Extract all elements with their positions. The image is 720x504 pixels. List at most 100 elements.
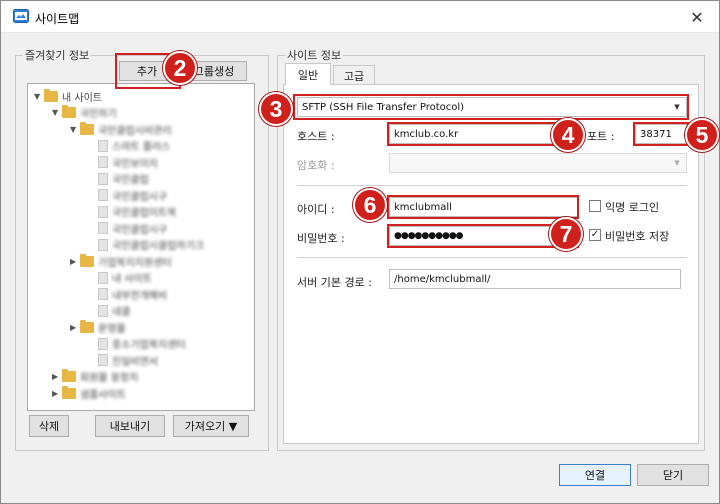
tree-site-item[interactable]: 내 사이트 bbox=[88, 270, 152, 286]
tree-folder-item[interactable]: ▶ 운영몰 bbox=[70, 319, 126, 335]
save-password-checkbox[interactable]: ✓ bbox=[589, 229, 601, 241]
chevron-right-icon[interactable]: ▶ bbox=[70, 257, 80, 266]
site-icon bbox=[98, 139, 108, 152]
port-input[interactable]: 38371 bbox=[635, 124, 687, 144]
site-icon bbox=[98, 337, 108, 350]
site-icon bbox=[98, 205, 108, 218]
tree-item-label: 국민보이지 bbox=[112, 158, 158, 170]
step-badge-5: 5 bbox=[685, 118, 719, 152]
host-value: kmclub.co.kr bbox=[394, 128, 459, 140]
site-icon bbox=[98, 172, 108, 185]
tree-folder-item[interactable]: ▼ 국민클럽시비관리 bbox=[70, 121, 172, 137]
tab-advanced[interactable]: 고급 bbox=[333, 65, 375, 85]
close-button[interactable]: 닫기 bbox=[637, 464, 709, 486]
tree-item-label: 국민하기 bbox=[80, 109, 117, 120]
step-badge-4: 4 bbox=[551, 118, 585, 152]
chevron-right-icon[interactable]: ▶ bbox=[52, 389, 62, 398]
tree-item-label: 국민클럽시구 bbox=[112, 191, 168, 203]
tree-site-item[interactable]: 국민클럽이트북 bbox=[88, 204, 176, 220]
tab-general[interactable]: 일반 bbox=[285, 63, 331, 85]
site-info-group-label: 사이트 정보 bbox=[285, 47, 344, 63]
favorites-group-label: 즐겨찾기 정보 bbox=[23, 47, 92, 63]
folder-icon bbox=[62, 105, 76, 118]
tree-item-label: 국민클럽이트북 bbox=[112, 208, 177, 219]
tree-site-item[interactable]: 국민클럽시구 bbox=[88, 187, 167, 203]
tree-item-label: 국민클럽시구 bbox=[112, 224, 168, 236]
tree-folder-item[interactable]: ▼ 국민하기 bbox=[52, 105, 117, 121]
folder-icon bbox=[80, 253, 94, 267]
site-icon bbox=[98, 189, 108, 201]
tree-site-item[interactable]: 내부전개해비 bbox=[88, 286, 167, 302]
id-label: 아이디 : bbox=[297, 203, 335, 216]
chevron-down-icon[interactable]: ▼ bbox=[34, 92, 44, 101]
dropdown-arrow-icon: ▼ bbox=[674, 159, 680, 167]
tree-site-item[interactable]: 스마트 플러스 bbox=[88, 138, 170, 154]
encoding-select[interactable]: ▼ bbox=[389, 153, 687, 173]
folder-icon bbox=[80, 121, 94, 135]
password-label: 비밀번호 : bbox=[297, 232, 345, 245]
site-icon bbox=[98, 271, 108, 284]
export-button[interactable]: 내보내기 bbox=[95, 415, 165, 437]
tree-site-item[interactable]: 국민클럽시클럽하기크 bbox=[88, 237, 204, 253]
tree-site-item[interactable]: 진일비연서 bbox=[88, 352, 158, 368]
tree-item-label: 국민클럽시클럽하기크 bbox=[112, 241, 204, 252]
tree-item-label: 국민클럽 bbox=[112, 175, 149, 186]
tree-item-label: 중소기업복지센터 bbox=[112, 340, 186, 351]
step-badge-2: 2 bbox=[163, 51, 197, 85]
chevron-right-icon[interactable]: ▶ bbox=[52, 372, 62, 381]
server-path-label: 서버 기본 경로 : bbox=[297, 276, 372, 289]
connect-button[interactable]: 연결 bbox=[559, 464, 631, 486]
site-icon bbox=[98, 288, 108, 300]
encoding-label: 암호화 : bbox=[297, 159, 335, 172]
site-tree[interactable]: ▼ 내 사이트 ▼ 국민하기 ▼ 국민클럽시비관리 스마트 플러스 국민보이지 국민클럽 국민클럽… bbox=[27, 83, 255, 411]
tree-folder-item[interactable]: ▶ 회원몰 몽정치 bbox=[52, 369, 138, 385]
save-password-label: 비밀번호 저장 bbox=[605, 230, 670, 243]
step-badge-6: 6 bbox=[353, 188, 387, 222]
tree-item-label: 기업북지지원센터 bbox=[98, 257, 172, 269]
chevron-down-icon[interactable]: ▼ bbox=[52, 108, 62, 117]
tree-site-item[interactable]: 국민보이지 bbox=[88, 154, 158, 170]
separator bbox=[297, 185, 687, 186]
tree-item-label: 내 사이트 bbox=[112, 274, 152, 285]
tree-folder-item[interactable]: ▶ 샘플사이트 bbox=[52, 385, 126, 401]
port-value: 38371 bbox=[640, 128, 672, 140]
site-icon bbox=[98, 304, 108, 317]
dropdown-arrow-icon: ▼ bbox=[674, 103, 680, 111]
server-path-value: /home/kmclubmall/ bbox=[394, 273, 491, 285]
tree-item-label: 운영몰 bbox=[98, 323, 126, 335]
tree-folder-item[interactable]: ▼ 내 사이트 bbox=[34, 88, 102, 104]
tree-item-label: 내부전개해비 bbox=[112, 290, 168, 302]
host-label: 호스트 : bbox=[297, 130, 335, 143]
tree-site-item[interactable]: 네클 bbox=[88, 303, 130, 319]
delete-button[interactable]: 삭제 bbox=[29, 415, 69, 437]
password-value: ●●●●●●●●●● bbox=[394, 231, 464, 241]
close-icon[interactable]: ✕ bbox=[683, 5, 711, 29]
server-path-input[interactable]: /home/kmclubmall/ bbox=[389, 269, 681, 289]
step-badge-3: 3 bbox=[259, 92, 293, 126]
tree-item-label: 샘플사이트 bbox=[80, 389, 126, 401]
tree-site-item[interactable]: 중소기업복지센터 bbox=[88, 336, 186, 352]
tree-item-label: 내 사이트 bbox=[62, 92, 102, 104]
chevron-right-icon[interactable]: ▶ bbox=[70, 323, 80, 332]
folder-icon bbox=[44, 88, 58, 102]
tree-site-item[interactable]: 국민클럽 bbox=[88, 171, 149, 187]
site-icon bbox=[98, 354, 108, 366]
step-badge-7: 7 bbox=[549, 217, 583, 251]
import-button[interactable]: 가져오기 ▼ bbox=[173, 415, 249, 437]
site-icon bbox=[98, 238, 108, 251]
site-icon bbox=[98, 156, 108, 168]
sitemap-window: 사이트맵 ✕ 즐겨찾기 정보 추가 그룹생성 ▼ 내 사이트 ▼ 국민하기 ▼ 국민클럽시… bbox=[0, 0, 720, 504]
protocol-select[interactable]: SFTP (SSH File Transfer Protocol) ▼ bbox=[297, 97, 687, 117]
chevron-down-icon[interactable]: ▼ bbox=[70, 125, 80, 134]
id-value: kmclubmall bbox=[394, 201, 452, 213]
tree-folder-item[interactable]: ▶ 기업북지지원센터 bbox=[70, 253, 172, 269]
folder-icon bbox=[62, 369, 76, 382]
tree-site-item[interactable]: 국민클럽시구 bbox=[88, 220, 167, 236]
tree-item-label: 국민클럽시비관리 bbox=[98, 125, 172, 137]
anonymous-login-checkbox[interactable] bbox=[589, 200, 601, 212]
folder-icon bbox=[62, 385, 76, 399]
tree-item-label: 회원몰 몽정치 bbox=[80, 373, 139, 384]
port-label: 포트 : bbox=[587, 130, 615, 143]
id-input[interactable]: kmclubmall bbox=[389, 197, 579, 217]
site-icon bbox=[98, 222, 108, 234]
